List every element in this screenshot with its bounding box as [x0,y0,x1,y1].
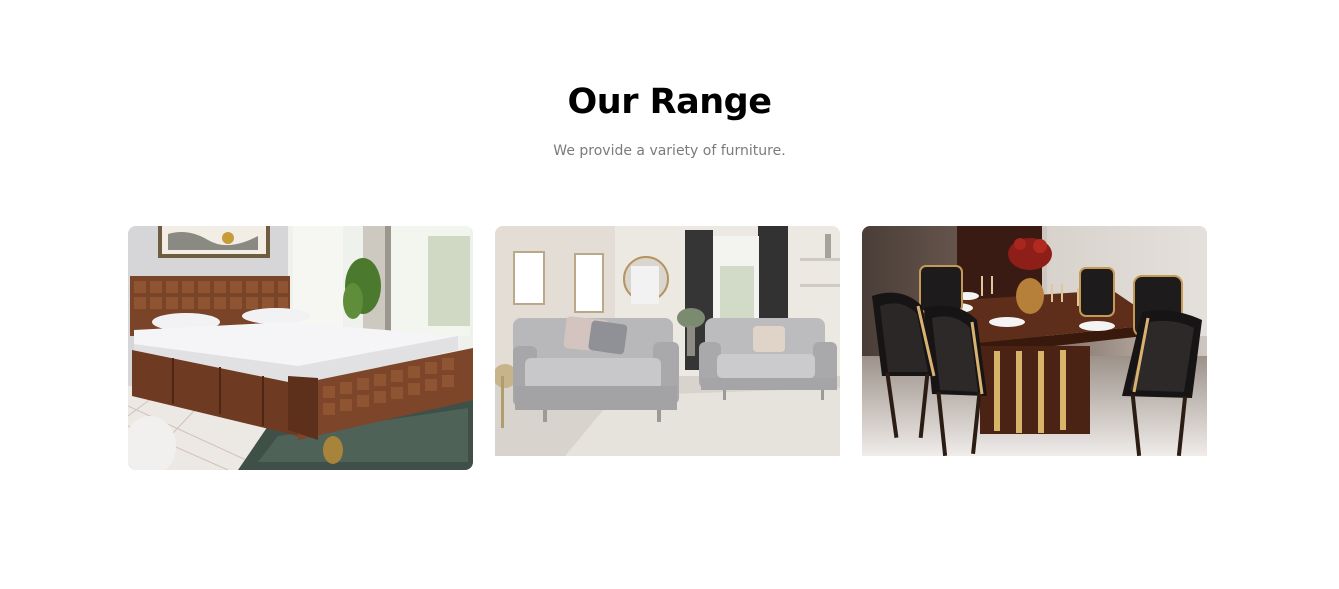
product-card-dining[interactable] [862,226,1207,456]
section-title: Our Range [567,82,772,122]
product-card-living-room[interactable] [495,226,840,456]
dining-table-image [862,226,1207,456]
range-section: Our Range We provide a variety of furnit… [0,0,1339,589]
bed-image [128,226,473,470]
product-card-bedroom[interactable] [128,226,473,470]
section-subtitle: We provide a variety of furniture. [553,143,786,159]
sofa-image [495,226,840,456]
